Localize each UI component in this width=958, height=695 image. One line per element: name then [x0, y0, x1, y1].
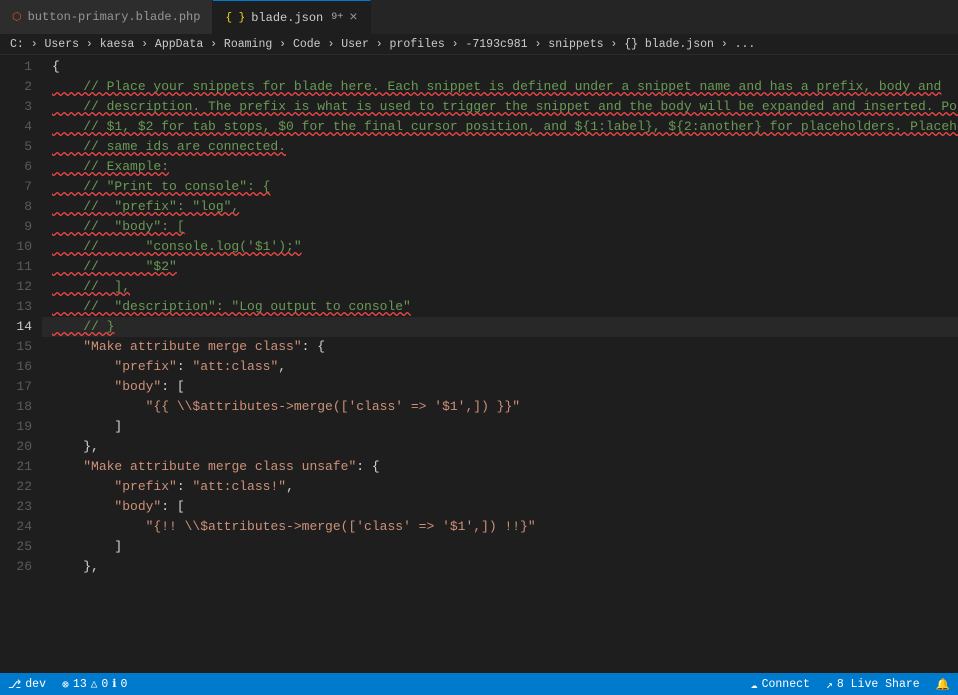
json-icon: { }: [225, 12, 245, 24]
code-line: },: [42, 437, 958, 457]
bell-icon: 🔔: [936, 677, 950, 692]
error-icon: ⊗: [62, 677, 69, 692]
line-numbers: 1234567891011121314151617181920212223242…: [0, 55, 42, 673]
line-number: 3: [10, 97, 32, 117]
git-branch-label: dev: [25, 678, 46, 691]
line-number: 11: [10, 257, 32, 277]
code-line: // }: [42, 317, 958, 337]
code-line: "prefix": "att:class",: [42, 357, 958, 377]
code-line: // "console.log('$1');": [42, 237, 958, 257]
blade-icon: ⬡: [12, 10, 22, 24]
code-line: "body": [: [42, 377, 958, 397]
tab-blade-json-label: blade.json: [251, 11, 323, 25]
notification-icon[interactable]: 🔔: [928, 673, 958, 695]
liveshare-icon: ↗: [826, 677, 833, 692]
code-line: "Make attribute merge class": {: [42, 337, 958, 357]
line-number: 12: [10, 277, 32, 297]
line-number: 14: [10, 317, 32, 337]
info-label: 0: [120, 678, 127, 691]
line-number: 19: [10, 417, 32, 437]
tab-close-button[interactable]: ×: [349, 11, 357, 25]
errors-label: 13: [73, 678, 87, 691]
liveshare-button[interactable]: ↗ 8 Live Share: [818, 673, 928, 695]
git-icon: ⎇: [8, 677, 21, 692]
code-line: // "$2": [42, 257, 958, 277]
status-bar: ⎇ dev ⊗ 13 △ 0 ℹ 0 ☁ Connect ↗ 8 Live Sh…: [0, 673, 958, 695]
line-number: 13: [10, 297, 32, 317]
code-line: },: [42, 557, 958, 577]
code-line: "body": [: [42, 497, 958, 517]
code-line: // "description": "Log output to console…: [42, 297, 958, 317]
code-line: // description. The prefix is what is us…: [42, 97, 958, 117]
line-number: 21: [10, 457, 32, 477]
line-number: 22: [10, 477, 32, 497]
breadcrumb-text: C: › Users › kaesa › AppData › Roaming ›…: [10, 38, 755, 51]
code-line: // same ids are connected.: [42, 137, 958, 157]
line-number: 25: [10, 537, 32, 557]
line-number: 6: [10, 157, 32, 177]
code-line: "{{ \\$attributes->merge(['class' => '$1…: [42, 397, 958, 417]
code-line: // ],: [42, 277, 958, 297]
connect-icon: ☁: [751, 677, 758, 692]
line-number: 18: [10, 397, 32, 417]
git-branch[interactable]: ⎇ dev: [0, 673, 54, 695]
liveshare-label: 8 Live Share: [837, 678, 920, 691]
code-area: 1234567891011121314151617181920212223242…: [0, 55, 958, 673]
triangle-icon: △: [91, 677, 98, 691]
code-line: // "prefix": "log",: [42, 197, 958, 217]
tab-blade-php-label: button-primary.blade.php: [28, 10, 201, 24]
line-number: 5: [10, 137, 32, 157]
code-line: "prefix": "att:class!",: [42, 477, 958, 497]
errors-count[interactable]: ⊗ 13 △ 0 ℹ 0: [54, 673, 135, 695]
code-line: "{!! \\$attributes->merge(['class' => '$…: [42, 517, 958, 537]
line-number: 24: [10, 517, 32, 537]
tab-badge: 9+: [331, 12, 343, 23]
line-number: 26: [10, 557, 32, 577]
code-line: ]: [42, 537, 958, 557]
connect-label: Connect: [762, 678, 810, 691]
breadcrumb: C: › Users › kaesa › AppData › Roaming ›…: [0, 35, 958, 55]
line-number: 4: [10, 117, 32, 137]
tab-blade-json[interactable]: { } blade.json 9+ ×: [213, 0, 370, 34]
tab-bar: ⬡ button-primary.blade.php { } blade.jso…: [0, 0, 958, 35]
code-line: "Make attribute merge class unsafe": {: [42, 457, 958, 477]
code-line: // "body": [: [42, 217, 958, 237]
connect-button[interactable]: ☁ Connect: [743, 673, 818, 695]
info-icon: ℹ: [112, 677, 116, 691]
line-number: 23: [10, 497, 32, 517]
code-line: // $1, $2 for tab stops, $0 for the fina…: [42, 117, 958, 137]
line-number: 15: [10, 337, 32, 357]
warnings-label: 0: [101, 678, 108, 691]
line-number: 9: [10, 217, 32, 237]
line-number: 20: [10, 437, 32, 457]
code-line: // Place your snippets for blade here. E…: [42, 77, 958, 97]
line-number: 2: [10, 77, 32, 97]
tab-blade-php[interactable]: ⬡ button-primary.blade.php: [0, 0, 213, 34]
code-line: {: [42, 57, 958, 77]
line-number: 8: [10, 197, 32, 217]
line-number: 7: [10, 177, 32, 197]
code-line: ]: [42, 417, 958, 437]
line-number: 10: [10, 237, 32, 257]
line-number: 1: [10, 57, 32, 77]
code-line: // Example:: [42, 157, 958, 177]
line-number: 16: [10, 357, 32, 377]
code-content[interactable]: { // Place your snippets for blade here.…: [42, 55, 958, 673]
code-line: // "Print to console": {: [42, 177, 958, 197]
line-number: 17: [10, 377, 32, 397]
